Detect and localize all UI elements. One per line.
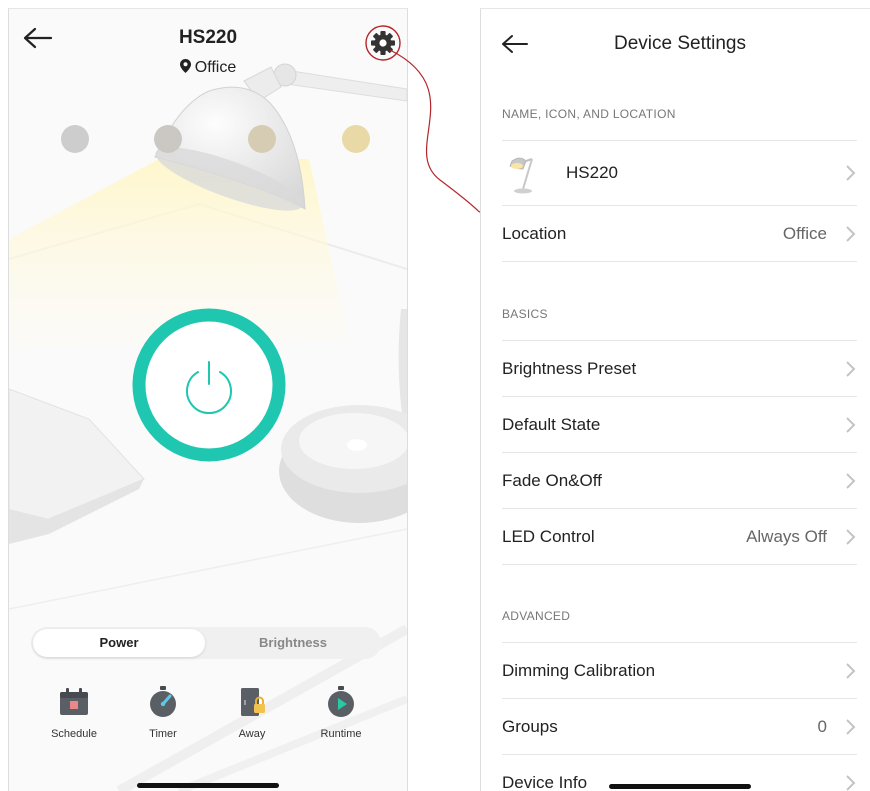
chevron-right-icon [846,226,856,242]
settings-row-device-name[interactable]: HS220 [502,141,857,206]
groups-label: Groups [502,717,558,736]
home-indicator [137,783,279,788]
schedule-label: Schedule [51,728,97,740]
desk-lamp-icon [509,157,533,194]
device-name-title: HS220 [178,27,238,48]
device-info-label: Device Info [502,773,588,791]
location-value: Office [782,224,827,243]
brightness-preset-dot-2[interactable] [154,125,182,153]
chevron-right-icon [846,719,856,735]
page-title: Device Settings [613,33,746,54]
stopwatch-icon [150,686,176,717]
brightness-preset-label: Brightness Preset [502,359,637,378]
section-header-advanced: ADVANCED [502,609,571,623]
away-button[interactable]: Away [212,685,292,740]
location-label: Location [502,224,567,243]
timer-label: Timer [149,728,177,740]
led-control-label: LED Control [502,527,595,546]
runtime-button[interactable]: Runtime [301,685,381,740]
chevron-right-icon [846,361,856,377]
device-settings-screen: Device Settings NAME, ICON, AND LOCATION… [480,8,870,791]
brightness-preset-dot-4[interactable] [342,125,370,153]
settings-row-brightness-preset[interactable]: Brightness Preset [502,341,857,397]
home-indicator [609,784,751,789]
chevron-right-icon [846,775,856,791]
groups-value: 0 [817,717,827,736]
device-location-text: Office [194,59,237,76]
device-control-screen: HS220 Office Power Brightness Schedule T… [8,8,408,791]
away-label: Away [238,728,266,740]
chevron-right-icon [846,165,856,181]
power-toggle-button[interactable] [129,305,289,465]
chevron-right-icon [846,529,856,545]
settings-row-groups[interactable]: Groups 0 [502,699,857,755]
brightness-preset-dot-3[interactable] [248,125,276,153]
settings-row-led-control[interactable]: LED Control Always Off [502,509,857,565]
door-lock-icon [241,688,265,716]
timer-button[interactable]: Timer [123,685,203,740]
device-name-label: HS220 [566,163,618,182]
mode-segmented-control: Power Brightness [31,627,381,659]
schedule-button[interactable]: Schedule [34,685,114,740]
gear-icon [371,31,395,55]
tab-brightness[interactable]: Brightness [207,629,379,657]
settings-row-default-state[interactable]: Default State [502,397,857,453]
settings-row-location[interactable]: Location Office [502,206,857,262]
location-pin-icon [179,59,191,73]
section-header-basics: BASICS [502,307,548,321]
chevron-right-icon [846,473,856,489]
section-header-name-icon-location: NAME, ICON, AND LOCATION [502,107,676,121]
default-state-label: Default State [502,415,601,434]
runtime-label: Runtime [320,728,362,740]
tab-power[interactable]: Power [33,629,205,657]
settings-row-dimming-calibration[interactable]: Dimming Calibration [502,643,857,699]
chevron-right-icon [846,663,856,679]
device-location: Office [9,59,407,77]
led-control-value: Always Off [746,527,827,546]
brightness-preset-dot-1[interactable] [61,125,89,153]
play-clock-icon [328,686,354,717]
dimming-calibration-label: Dimming Calibration [502,661,656,680]
fade-label: Fade On&Off [502,471,602,490]
settings-gear-button[interactable] [363,23,403,63]
chevron-right-icon [846,417,856,433]
settings-row-fade-on-off[interactable]: Fade On&Off [502,453,857,509]
calendar-icon [60,688,88,715]
